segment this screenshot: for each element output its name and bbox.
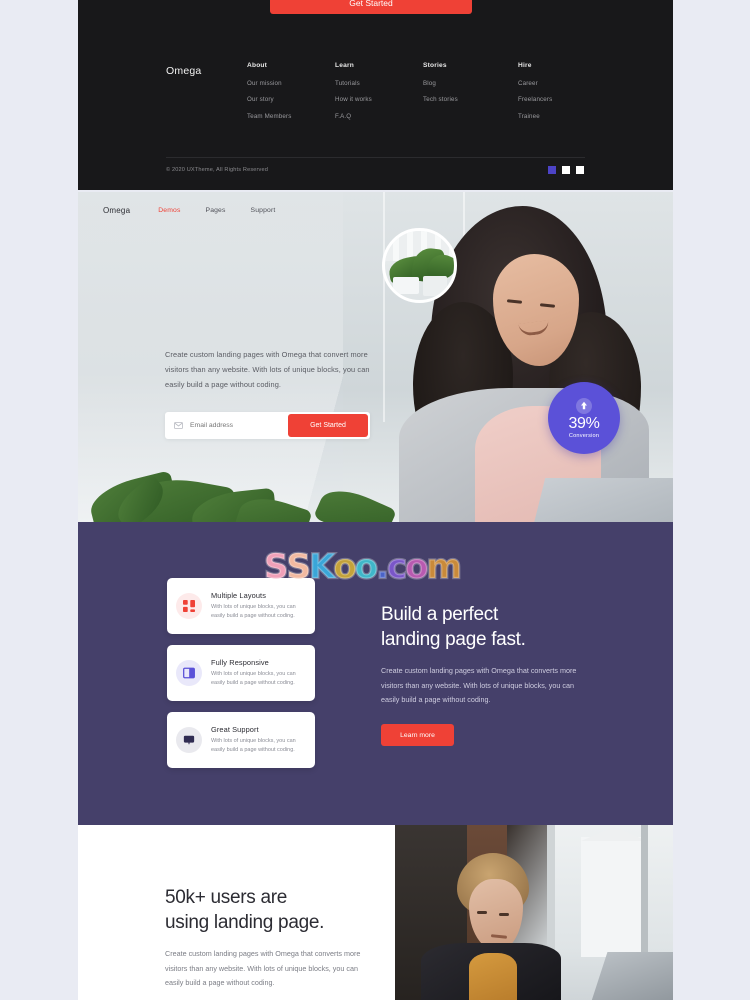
- features-section: S S K o o . c o m Multiple Layouts With …: [78, 522, 673, 825]
- users-heading: 50k+ users are using landing page.: [165, 885, 375, 935]
- footer-link[interactable]: Career: [518, 80, 552, 87]
- feature-card-desc: With lots of unique blocks, you can easi…: [211, 604, 296, 619]
- hero-paragraph: Create custom landing pages with Omega t…: [165, 350, 370, 390]
- feature-card-multiple-layouts[interactable]: Multiple Layouts With lots of unique blo…: [167, 578, 315, 634]
- watermark-letter: o: [354, 546, 380, 587]
- hero-section: Omega Demos Pages Support Create custom …: [78, 192, 673, 522]
- eye-shape: [477, 911, 487, 914]
- features-heading: Build a perfect landing page fast.: [381, 602, 589, 652]
- users-heading-line1: 50k+ users are: [165, 887, 288, 908]
- conversion-badge: 39% Conversion: [548, 382, 620, 454]
- watermark-letter: o: [404, 546, 430, 587]
- carousel-dots: [548, 166, 584, 174]
- footer-brand: Omega: [166, 65, 202, 77]
- building-shape: [581, 837, 647, 957]
- footer-column-hire: Hire Career Freelancers Trainee: [518, 62, 552, 129]
- users-photo-man: [395, 825, 673, 1000]
- carousel-dot-3[interactable]: [576, 166, 584, 174]
- hero-get-started-button[interactable]: Get Started: [288, 414, 368, 437]
- features-heading-line2: landing page fast.: [381, 629, 526, 650]
- eye-shape: [499, 913, 509, 916]
- footer-copyright: © 2020 UXTheme, All Rights Reserved: [166, 167, 269, 173]
- arrow-up-icon: [576, 397, 592, 414]
- footer-panel: Get Started Omega About Our mission Our …: [78, 0, 673, 190]
- footer-get-started-button[interactable]: Get Started: [270, 0, 472, 14]
- footer-link[interactable]: Freelancers: [518, 96, 552, 103]
- footer-link[interactable]: Our story: [247, 96, 291, 103]
- footer-link[interactable]: Blog: [423, 80, 458, 87]
- top-navigation: Omega Demos Pages Support: [78, 192, 673, 228]
- footer-column-learn: Learn Tutorials How it works F.A.Q: [335, 62, 372, 129]
- features-paragraph: Create custom landing pages with Omega t…: [381, 666, 577, 704]
- hero-signup-form: Get Started: [165, 412, 370, 439]
- nav-brand[interactable]: Omega: [103, 206, 130, 215]
- nav-link-support[interactable]: Support: [251, 207, 276, 214]
- pot-shape: [423, 276, 447, 296]
- circular-plant-inset: [382, 228, 457, 303]
- footer-column-heading: About: [247, 62, 268, 69]
- feature-card-title: Great Support: [211, 725, 259, 735]
- footer-link-columns: Omega About Our mission Our story Team M…: [78, 62, 673, 137]
- hero-copy: Create custom landing pages with Omega t…: [165, 347, 380, 393]
- feature-card-desc: With lots of unique blocks, you can easi…: [211, 671, 296, 686]
- footer-link[interactable]: Tech stories: [423, 96, 458, 103]
- footer-column-heading: Stories: [423, 62, 447, 69]
- footer-column-about: About Our mission Our story Team Members: [247, 62, 291, 129]
- footer-link[interactable]: Team Members: [247, 113, 291, 120]
- footer-link[interactable]: Trainee: [518, 113, 552, 120]
- watermark-letter: o: [332, 546, 358, 587]
- feature-card-text: Multiple Layouts With lots of unique blo…: [211, 591, 305, 620]
- pot-shape: [393, 277, 419, 294]
- footer-column-heading: Hire: [518, 62, 532, 69]
- learn-more-button[interactable]: Learn more: [381, 724, 454, 746]
- users-heading-line2: using landing page.: [165, 912, 325, 933]
- envelope-icon: [174, 422, 183, 429]
- laptop-shape: [532, 478, 673, 522]
- feature-card-title: Multiple Layouts: [211, 591, 267, 601]
- nav-link-demos[interactable]: Demos: [158, 207, 180, 214]
- feature-card-text: Great Support With lots of unique blocks…: [211, 725, 305, 754]
- watermark-letter: m: [425, 546, 463, 587]
- hero-plant-decoration: [78, 442, 397, 522]
- chat-bubble-icon: [176, 727, 202, 753]
- carousel-dot-2[interactable]: [562, 166, 570, 174]
- roof-shape: [581, 827, 647, 841]
- feature-card-desc: With lots of unique blocks, you can easi…: [211, 738, 296, 753]
- footer-divider: [166, 157, 585, 158]
- feature-card-great-support[interactable]: Great Support With lots of unique blocks…: [167, 712, 315, 768]
- responsive-columns-icon: [176, 660, 202, 686]
- grid-layout-icon: [176, 593, 202, 619]
- nav-link-pages[interactable]: Pages: [206, 207, 226, 214]
- carousel-dot-1[interactable]: [548, 166, 556, 174]
- feature-card-fully-responsive[interactable]: Fully Responsive With lots of unique blo…: [167, 645, 315, 701]
- features-heading-line1: Build a perfect: [381, 604, 498, 625]
- email-input[interactable]: [190, 422, 288, 429]
- conversion-label: Conversion: [568, 432, 600, 439]
- footer-column-heading: Learn: [335, 62, 354, 69]
- feature-card-text: Fully Responsive With lots of unique blo…: [211, 658, 305, 687]
- feature-card-list: Multiple Layouts With lots of unique blo…: [167, 578, 315, 779]
- conversion-value: 39%: [568, 414, 600, 432]
- users-copy: 50k+ users are using landing page. Creat…: [165, 885, 375, 991]
- users-paragraph: Create custom landing pages with Omega t…: [165, 949, 361, 987]
- shirt-shape: [469, 953, 517, 1000]
- footer-link[interactable]: Our mission: [247, 80, 291, 87]
- features-copy: Build a perfect landing page fast. Creat…: [381, 602, 589, 746]
- watermark-letter: .: [375, 546, 390, 587]
- page-stage: Get Started Omega About Our mission Our …: [0, 0, 750, 1000]
- footer-link[interactable]: How it works: [335, 96, 372, 103]
- users-section: 50k+ users are using landing page. Creat…: [78, 825, 673, 1000]
- footer-link[interactable]: F.A.Q: [335, 113, 372, 120]
- footer-column-stories: Stories Blog Tech stories: [423, 62, 458, 113]
- footer-link[interactable]: Tutorials: [335, 80, 372, 87]
- feature-card-title: Fully Responsive: [211, 658, 269, 668]
- watermark-letter: c: [386, 546, 408, 587]
